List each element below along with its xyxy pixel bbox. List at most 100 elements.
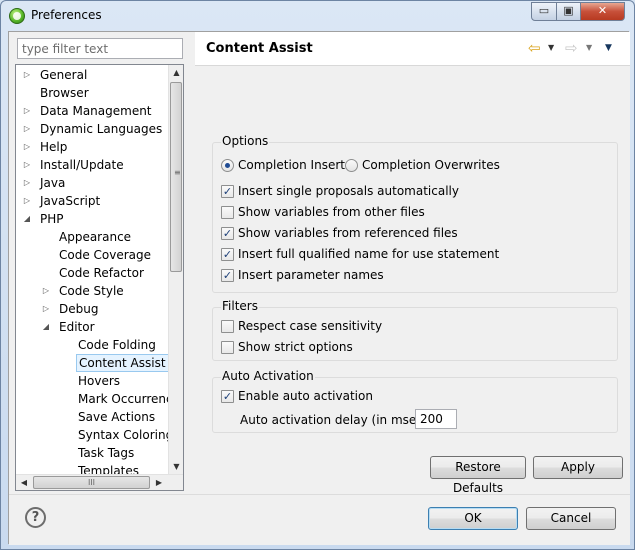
minimize-button[interactable]: ▭ [531, 2, 557, 21]
tree-item-label: Data Management [40, 104, 152, 118]
checkbox-indicator[interactable]: ✓ [221, 227, 234, 240]
checkbox-indicator[interactable]: ✓ [221, 248, 234, 261]
expand-arrow-icon[interactable]: ▷ [41, 282, 51, 300]
checkbox-label: Show strict options [238, 340, 353, 354]
back-arrow-icon[interactable]: ⇦ [528, 39, 541, 57]
tree-item-label: Debug [59, 302, 99, 316]
view-menu-icon[interactable]: ▼ [605, 43, 612, 53]
tree-item-label: Code Folding [78, 338, 156, 352]
tree-item[interactable]: ▷ Install/Update [16, 156, 168, 174]
tree-item[interactable]: ▷ Dynamic Languages [16, 120, 168, 138]
scroll-right-icon[interactable]: ▶ [151, 475, 167, 490]
preferences-window: Preferences ▭ ▣ ✕ TemplatesTask TagsSynt… [0, 0, 635, 550]
eclipse-app-icon [9, 8, 25, 24]
tree-item-label: Task Tags [78, 446, 135, 460]
checkbox-label: Enable auto activation [238, 389, 373, 403]
tree-item[interactable]: ▷ General [16, 66, 168, 84]
tree-vertical-scrollbar[interactable]: ▲ ≡ ▼ [168, 65, 183, 475]
dialog-footer: ? OK Cancel [9, 494, 630, 545]
checkbox-label: Insert single proposals automatically [238, 184, 459, 198]
tree-item[interactable]: Content Assist [16, 354, 169, 372]
cancel-button[interactable]: Cancel [526, 507, 616, 530]
scroll-down-icon[interactable]: ▼ [169, 459, 183, 475]
collapse-arrow-icon[interactable]: ◢ [22, 210, 32, 228]
maximize-button[interactable]: ▣ [556, 2, 581, 21]
tree-item[interactable]: ◢ Editor [16, 318, 168, 336]
apply-button[interactable]: Apply [533, 456, 623, 479]
tree-item[interactable]: Code Refactor [16, 264, 168, 282]
radio-indicator[interactable] [221, 159, 234, 172]
page-title: Content Assist [206, 41, 313, 56]
checkbox-indicator[interactable]: ✓ [221, 185, 234, 198]
forward-arrow-icon[interactable]: ⇨ [565, 39, 578, 57]
checkbox-label: Insert parameter names [238, 268, 384, 282]
scroll-thumb-horizontal[interactable]: III [33, 476, 150, 489]
tree-item[interactable]: Hovers [16, 372, 168, 390]
tree-item-label: Content Assist [76, 354, 169, 372]
tree-item[interactable]: Code Folding [16, 336, 168, 354]
tree-item[interactable]: ▷ JavaScript [16, 192, 168, 210]
expand-arrow-icon[interactable]: ▷ [22, 192, 32, 210]
tree-item[interactable]: ▷ Debug [16, 300, 168, 318]
expand-arrow-icon[interactable]: ▷ [41, 300, 51, 318]
checkbox-label: Show variables from other files [238, 205, 425, 219]
tree-item-label: Dynamic Languages [40, 122, 163, 136]
options-group-title: Options [221, 134, 270, 148]
expand-arrow-icon[interactable]: ▷ [22, 156, 32, 174]
checkbox-indicator[interactable]: ✓ [221, 390, 234, 403]
radio-label: Completion Overwrites [362, 158, 500, 172]
tree-item-label: Syntax Coloring [78, 428, 174, 442]
radio-label: Completion Inserts [238, 158, 352, 172]
tree-item[interactable]: Save Actions [16, 408, 168, 426]
checkbox-indicator[interactable]: ✓ [221, 269, 234, 282]
scroll-thumb[interactable]: ≡ [170, 82, 182, 272]
tree-item-label: Code Style [59, 284, 124, 298]
scroll-up-icon[interactable]: ▲ [169, 65, 183, 81]
grip-icon: ≡ [174, 168, 181, 177]
tree-item-label: Code Coverage [59, 248, 152, 262]
ok-button[interactable]: OK [428, 507, 518, 530]
back-dropdown-icon[interactable]: ▼ [548, 43, 554, 52]
tree-item[interactable]: Mark Occurrences [16, 390, 183, 408]
tree-item[interactable]: ▷ Code Style [16, 282, 168, 300]
expand-arrow-icon[interactable]: ▷ [22, 66, 32, 84]
title-bar[interactable]: Preferences ▭ ▣ ✕ [1, 1, 634, 31]
checkbox-indicator[interactable] [221, 341, 234, 354]
checkbox-label: Show variables from referenced files [238, 226, 458, 240]
scroll-left-icon[interactable]: ◀ [16, 475, 32, 490]
page-content: Options Completion Inserts Completion Ov… [195, 67, 630, 495]
forward-dropdown-icon[interactable]: ▼ [586, 43, 592, 52]
collapse-arrow-icon[interactable]: ◢ [41, 318, 51, 336]
tree-item[interactable]: Browser [16, 84, 168, 102]
auto-activation-delay-input[interactable] [415, 409, 457, 429]
expand-arrow-icon[interactable]: ▷ [22, 120, 32, 138]
tree-item[interactable]: ▷ Help [16, 138, 168, 156]
filter-input[interactable] [17, 38, 183, 59]
tree-item-label: PHP [40, 212, 64, 226]
expand-arrow-icon[interactable]: ▷ [22, 138, 32, 156]
tree-item[interactable]: Appearance [16, 228, 168, 246]
tree-item-label: Install/Update [40, 158, 124, 172]
radio-indicator[interactable] [345, 159, 358, 172]
help-icon[interactable]: ? [25, 507, 46, 528]
tree-item[interactable]: Task Tags [16, 444, 168, 462]
tree-item-label: General [40, 68, 88, 82]
tree-item[interactable]: Code Coverage [16, 246, 168, 264]
tree-item[interactable]: Syntax Coloring [16, 426, 173, 444]
tree-item[interactable]: ▷ Java [16, 174, 168, 192]
tree-item-label: Java [40, 176, 66, 190]
close-button[interactable]: ✕ [580, 2, 625, 21]
checkbox-indicator[interactable] [221, 206, 234, 219]
preferences-tree: Templates Task Tags Syntax Coloring Save Ac… [15, 64, 184, 491]
restore-defaults-button[interactable]: Restore Defaults [430, 456, 526, 495]
tree-item-label: JavaScript [40, 194, 101, 208]
expand-arrow-icon[interactable]: ▷ [22, 174, 32, 192]
tree-item-label: Editor [59, 320, 95, 334]
tree-item[interactable]: ▷ Data Management [16, 102, 168, 120]
window-title: Preferences [31, 8, 102, 22]
tree-item[interactable]: ◢ PHP [16, 210, 168, 228]
tree-horizontal-scrollbar[interactable]: ◀ III ▶ [16, 474, 183, 490]
tree-item-label: Code Refactor [59, 266, 144, 280]
expand-arrow-icon[interactable]: ▷ [22, 102, 32, 120]
checkbox-indicator[interactable] [221, 320, 234, 333]
